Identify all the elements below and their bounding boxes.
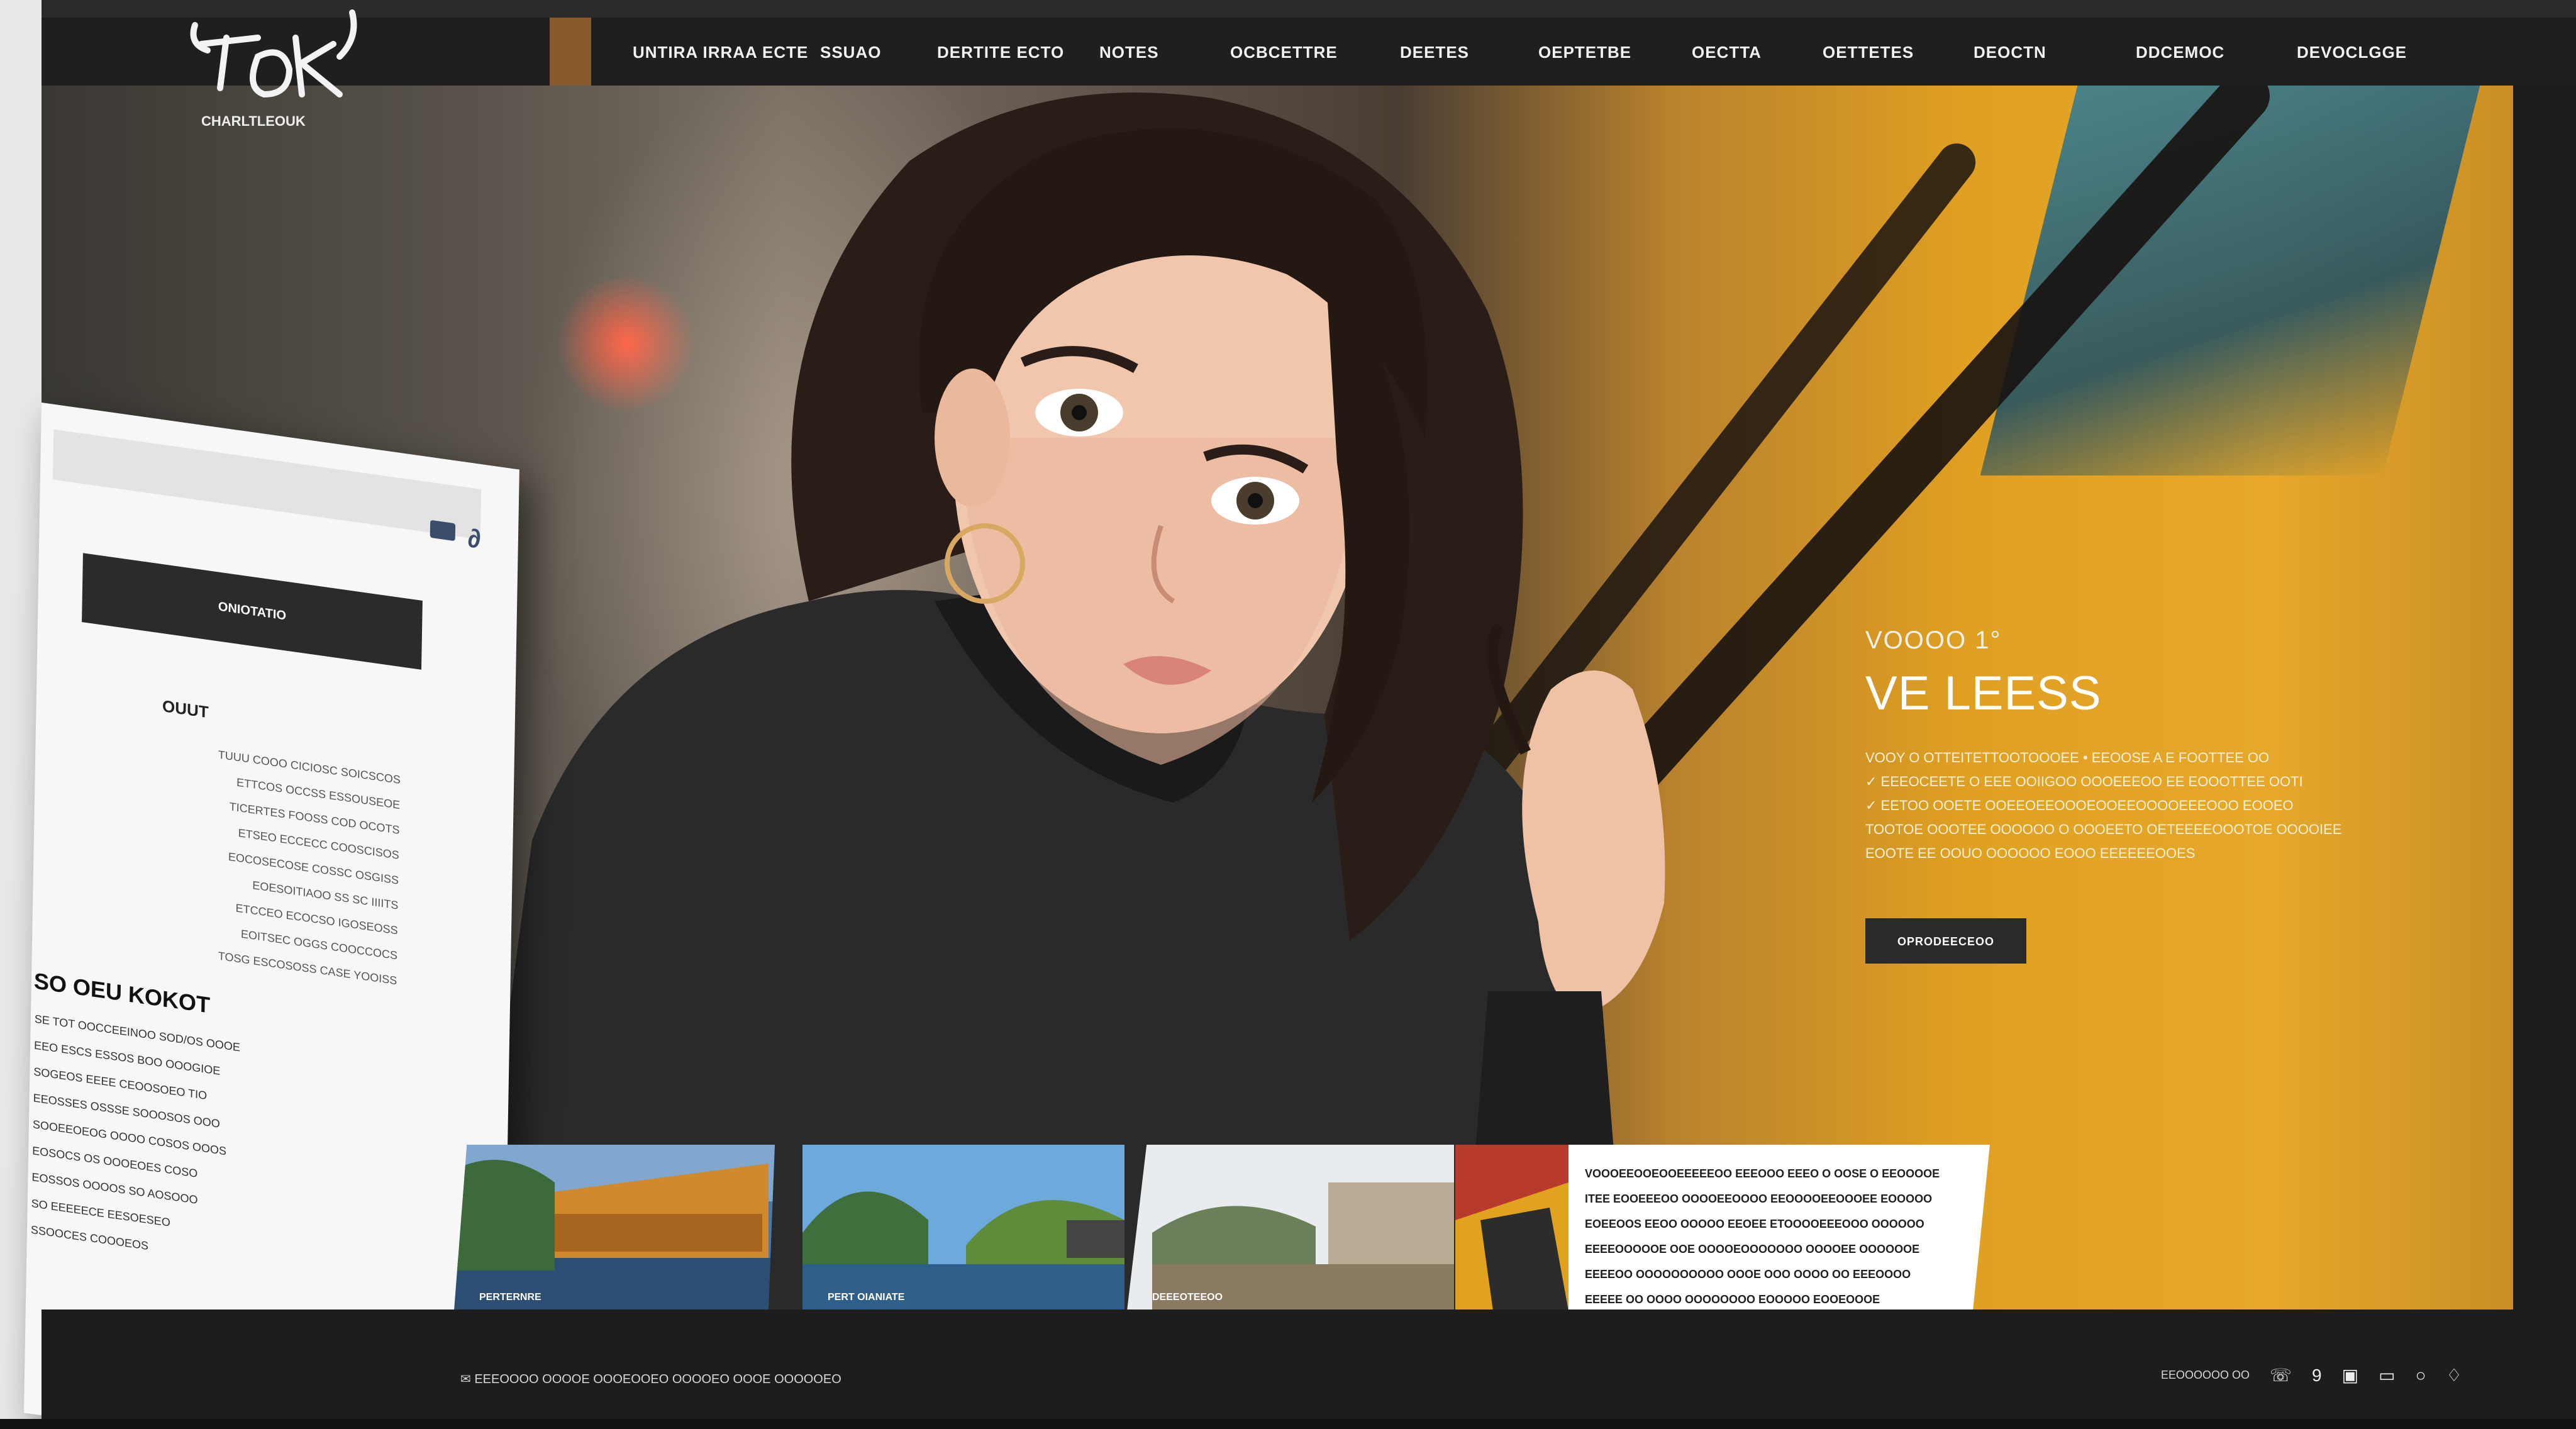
- monitor-icon: [430, 520, 456, 542]
- article-line: EOEEOOS EEOO OOOOO EEOEE ETOOOOEEEOOO OO…: [1585, 1218, 1924, 1230]
- site-footer: ✉ EEEOOOO OOOOE OOOEOOEO OOOOEO OOOE OOO…: [42, 1309, 2576, 1419]
- chat-icon[interactable]: ▭: [2379, 1365, 2395, 1386]
- paper-mockup-text: TUUU COOO CICIOSC SOICSCOS ETTCOS OCCSS …: [70, 721, 401, 993]
- hero-body-line: ✓ EEEOCEETE O EEE OOIIGOO OOOEEEOO EE EO…: [1865, 774, 2303, 789]
- hero-copy: VOOOO 1° VE LEESS VOOY O OTTEITETTOOTOOO…: [1865, 626, 2342, 964]
- article-line: EEEEOO OOOOOOOOOO OOOE OOO OOOO OO EEEOO…: [1585, 1268, 1911, 1281]
- footer-social: EEOOOOOO OO ☏ 9 ▣ ▭ ○ ♢: [2161, 1365, 2462, 1386]
- window-top-strip: [0, 0, 2576, 18]
- hero-body: VOOY O OTTEITETTOOTOOOEE • EEOOSE A E FO…: [1865, 746, 2342, 865]
- window-bottom-strip: [0, 1419, 2576, 1429]
- logo-subtitle: CHARLTLEOUK: [201, 113, 306, 129]
- article-line: EEEEE OO OOOO OOOOOOOO EOOOOO EOOEOOOE: [1585, 1293, 1880, 1306]
- mail-icon: ✉: [460, 1372, 471, 1386]
- thumbnail-label: DEEEOTEEOO: [1152, 1292, 1223, 1303]
- nav-item-2[interactable]: SSUAO: [820, 43, 881, 62]
- thumbnail-image: [1455, 1145, 1568, 1311]
- thumbnail-card[interactable]: PERT OIANIATE: [802, 1145, 1124, 1311]
- nav-item-5[interactable]: OCBCETTRE: [1230, 43, 1338, 62]
- paper-mockup-heading: OUUT: [162, 696, 209, 722]
- paper-mockup-text-2: SE TOT OOCCEEINOO SOD/OS OOOE EEO ESCS E…: [31, 1006, 274, 1276]
- pin-icon[interactable]: ♢: [2446, 1365, 2462, 1386]
- thumbnail-image: [802, 1145, 1124, 1311]
- nine-icon[interactable]: 9: [2312, 1365, 2322, 1386]
- thumbnail-image: [1127, 1145, 1454, 1311]
- article-text-card: VOOOEEOOEOOEEEEEOO EEEOOO EEEO O OOSE O …: [1568, 1145, 1990, 1309]
- phone-icon[interactable]: ☏: [2270, 1365, 2292, 1386]
- hero-body-line: TOOTOE OOOTEE OOOOOO O OOOEETO OETEEEEOO…: [1865, 821, 2342, 837]
- thumbnail-label: PERT OIANIATE: [828, 1292, 905, 1303]
- paper-mockup: ∂ ONIOTATIO OUUT TUUU COOO CICIOSC SOICS…: [23, 403, 519, 1429]
- hero-cta-button[interactable]: OPRODEECEOO: [1865, 918, 2026, 964]
- hero-kicker: VOOOO 1°: [1865, 626, 2002, 654]
- nav-item-11[interactable]: DDCEMOC: [2136, 43, 2224, 62]
- footer-copy: EEEOOOO OOOOE OOOEOOEO OOOOEO OOOE OOOOO…: [474, 1372, 841, 1386]
- globe-icon[interactable]: ○: [2416, 1365, 2426, 1386]
- nav-item-9[interactable]: OETTETES: [1823, 43, 1914, 62]
- footer-right-label: EEOOOOOO OO: [2161, 1369, 2250, 1381]
- hero-portrait-illustration: [469, 92, 1665, 1309]
- logo-accent-block: [550, 18, 591, 86]
- letter-d-icon: ∂: [467, 523, 481, 554]
- hero-body-line: ✓ EETOO OOETE OOEEOEEOOOEOOEEOOOOEEEOOO …: [1865, 798, 2294, 813]
- brand-logo[interactable]: CHARLTLEOUK: [151, 0, 377, 151]
- paper-mockup-button[interactable]: ONIOTATIO: [82, 553, 423, 670]
- article-line: VOOOEEOOEOOEEEEEOO EEEOOO EEEO O OOSE O …: [1585, 1167, 1940, 1180]
- nav-item-1[interactable]: UNTIRA IRRAA ECTE: [633, 43, 808, 62]
- thumbnail-card[interactable]: DEEEOTEEOO: [1127, 1145, 1454, 1311]
- nav-item-4[interactable]: NOTES: [1099, 43, 1159, 62]
- thumbnail-card[interactable]: [1455, 1145, 1568, 1311]
- nav-item-6[interactable]: DEETES: [1400, 43, 1469, 62]
- nav-item-12[interactable]: DEVOCLGGE: [2297, 43, 2407, 62]
- footer-text: ✉ EEEOOOO OOOOE OOOEOOEO OOOOEO OOOE OOO…: [460, 1371, 841, 1387]
- article-line: ITEE EOOEEEOO OOOOEEOOOO EEOOOOEEOOOEE E…: [1585, 1193, 1933, 1205]
- article-line: EEEEOOOOOE OOE OOOOEOOOOOOO OOOOEE OOOOO…: [1585, 1243, 1920, 1255]
- hero-body-line: VOOY O OTTEITETTOOTOOOEE • EEOOSE A E FO…: [1865, 750, 2270, 765]
- t-icon[interactable]: ▣: [2342, 1365, 2358, 1386]
- nav-item-3[interactable]: DERTITE ECTO: [937, 43, 1064, 62]
- page: VOOOO 1° VE LEESS VOOY O OTTEITETTOOTOOO…: [0, 0, 2576, 1429]
- thumbnail-label: PERTERNRE: [479, 1292, 541, 1303]
- nav-item-8[interactable]: OECTTA: [1692, 43, 1762, 62]
- thumbnail-image: [454, 1145, 775, 1311]
- article-text: VOOOEEOOEOOEEEEEOO EEEOOO EEEO O OOSE O …: [1585, 1161, 1940, 1309]
- nav-item-7[interactable]: OEPTETBE: [1538, 43, 1631, 62]
- nav-item-10[interactable]: DEOCTN: [1974, 43, 2046, 62]
- thumbnail-card[interactable]: PERTERNRE: [454, 1145, 775, 1311]
- hero-body-line: EOOTE EE OOUO OOOOOO EOOO EEEEEEOOES: [1865, 845, 2196, 861]
- hero-headline: VE LEESS: [1865, 667, 2102, 720]
